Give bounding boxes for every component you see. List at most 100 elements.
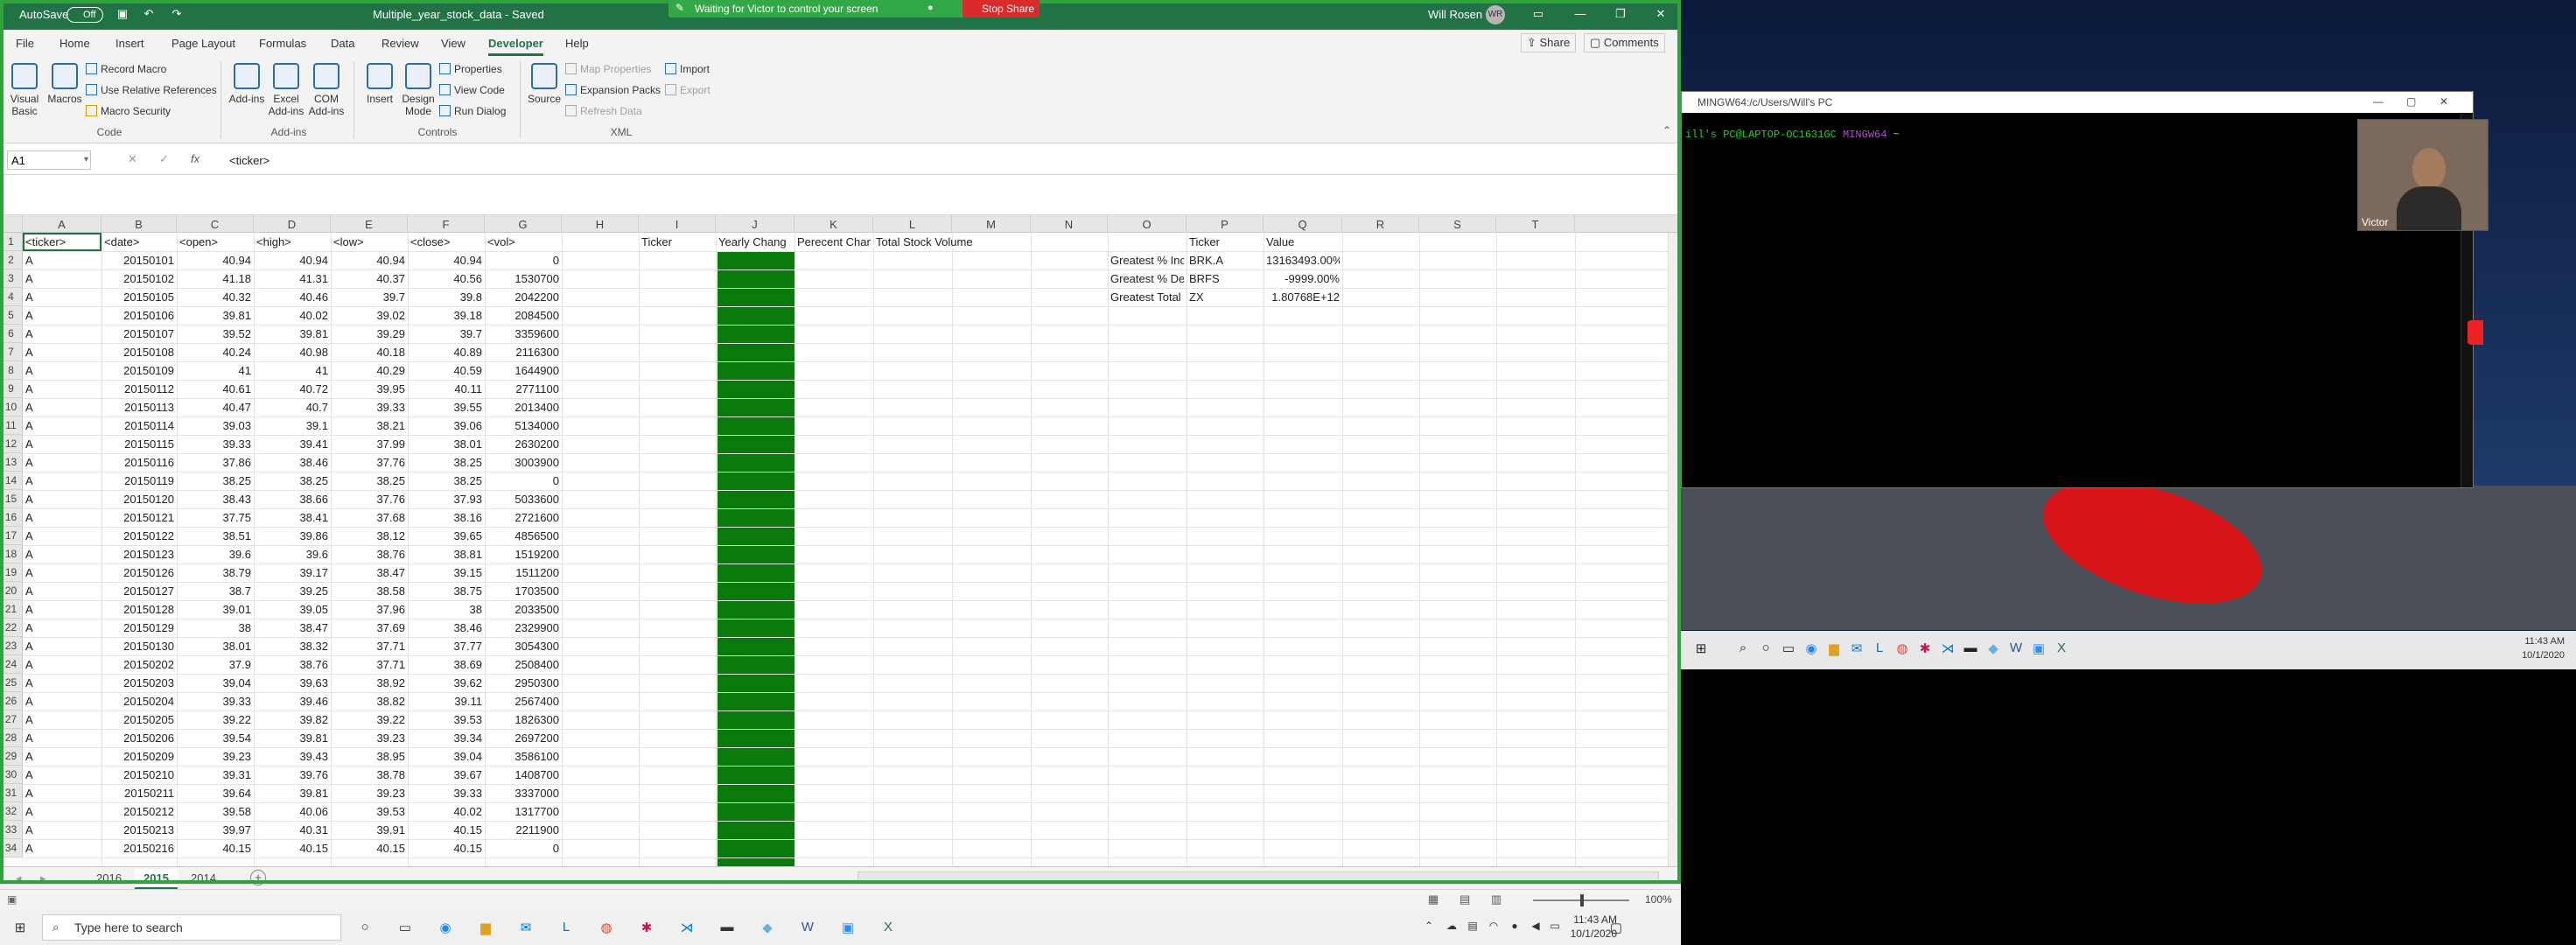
cell[interactable]: 38.25 <box>410 453 482 472</box>
cell[interactable]: 4856500 <box>487 527 559 545</box>
row-header[interactable]: 19 <box>0 564 23 582</box>
cell[interactable]: 20150122 <box>104 527 174 545</box>
slack-icon[interactable]: ✱ <box>637 920 656 935</box>
cell[interactable]: 38.79 <box>179 564 251 582</box>
tab-home[interactable]: Home <box>60 37 90 50</box>
cell[interactable]: 39.23 <box>333 784 405 802</box>
macros-button[interactable]: Macros <box>46 63 84 105</box>
cell[interactable]: 39.33 <box>410 784 482 802</box>
add-sheet-icon[interactable]: + <box>250 870 266 886</box>
search-icon[interactable]: ⌕ <box>1733 640 1753 656</box>
cell[interactable]: 39.22 <box>179 710 251 729</box>
row-header[interactable]: 20 <box>0 582 23 600</box>
cell[interactable]: 37.75 <box>179 508 251 527</box>
row-header[interactable]: 31 <box>0 784 23 802</box>
formula-input[interactable]: <ticker> <box>229 154 270 167</box>
row-header[interactable]: 11 <box>0 416 23 435</box>
save-icon[interactable]: ▣ <box>116 7 130 21</box>
cell[interactable]: 20150115 <box>104 435 174 453</box>
cell[interactable]: 38.47 <box>333 564 405 582</box>
cell[interactable]: 0 <box>487 839 559 858</box>
active-cell[interactable] <box>23 233 102 251</box>
mic-icon[interactable]: ● <box>1505 920 1524 935</box>
cell[interactable]: 40.15 <box>410 839 482 858</box>
cell[interactable]: A <box>25 692 99 710</box>
run-dialog-button[interactable]: Run Dialog <box>439 105 506 117</box>
cell[interactable]: 2630200 <box>487 435 559 453</box>
cell[interactable]: 39.52 <box>179 325 251 343</box>
row-header[interactable]: 2 <box>0 251 23 270</box>
cell[interactable]: 40.56 <box>410 270 482 288</box>
page-layout-icon[interactable]: ▤ <box>1460 892 1470 906</box>
source-button[interactable]: Source <box>525 63 564 105</box>
cell[interactable]: 39.22 <box>333 710 405 729</box>
cell[interactable]: 1.80768E+12 <box>1266 288 1340 306</box>
cell[interactable]: 39.04 <box>410 747 482 766</box>
cell[interactable]: A <box>25 619 99 637</box>
cell[interactable]: 39.81 <box>256 325 328 343</box>
cell[interactable]: 39.11 <box>410 692 482 710</box>
cell[interactable]: 39.64 <box>179 784 251 802</box>
cell[interactable]: BRFS <box>1189 270 1261 288</box>
terminal-icon[interactable]: ▬ <box>718 920 737 935</box>
cell[interactable]: A <box>25 747 99 766</box>
cell[interactable]: 1826300 <box>487 710 559 729</box>
cell[interactable]: 39.34 <box>410 729 482 747</box>
row-header[interactable]: 3 <box>0 270 23 288</box>
cell[interactable]: 39.1 <box>256 416 328 435</box>
file-explorer-icon[interactable]: ▆ <box>476 920 495 935</box>
app-icon[interactable]: ◆ <box>758 920 777 935</box>
row-header[interactable]: 8 <box>0 361 23 380</box>
cell[interactable]: 20150108 <box>104 343 174 361</box>
column-header-a[interactable]: A <box>23 215 102 233</box>
tray-chevron-icon[interactable]: ⌃ <box>1419 920 1438 935</box>
cell[interactable]: 39.05 <box>256 600 328 619</box>
cell[interactable]: 37.96 <box>333 600 405 619</box>
tab-review[interactable]: Review <box>382 37 419 50</box>
cell[interactable]: 37.86 <box>179 453 251 472</box>
cell[interactable]: 37.69 <box>333 619 405 637</box>
cell[interactable]: 2013400 <box>487 398 559 416</box>
vertical-scrollbar[interactable] <box>1668 233 1681 866</box>
cell[interactable]: 2116300 <box>487 343 559 361</box>
cell[interactable]: 39.01 <box>179 600 251 619</box>
cell[interactable]: 38 <box>179 619 251 637</box>
sheet-grid[interactable] <box>0 215 1681 866</box>
cell[interactable]: 1408700 <box>487 766 559 784</box>
cell[interactable]: A <box>25 839 99 858</box>
close-icon[interactable]: ✕ <box>2440 95 2448 108</box>
row-header[interactable]: 30 <box>0 766 23 784</box>
cell[interactable]: 40.89 <box>410 343 482 361</box>
cell[interactable]: 38.92 <box>333 674 405 692</box>
mail-icon[interactable]: ✉ <box>1847 640 1866 656</box>
autosave-toggle[interactable]: Off <box>66 7 103 23</box>
select-all-corner[interactable] <box>0 215 23 233</box>
word-icon[interactable]: W <box>2006 640 2026 656</box>
column-header-j[interactable]: J <box>716 215 794 233</box>
cell[interactable]: 2084500 <box>487 306 559 325</box>
row-header[interactable]: 1 <box>0 233 23 251</box>
cell[interactable]: 40.02 <box>256 306 328 325</box>
column-header-e[interactable]: E <box>331 215 408 233</box>
cortana-icon[interactable]: ○ <box>355 920 374 935</box>
cell[interactable]: 37.93 <box>410 490 482 508</box>
cell[interactable]: 37.71 <box>333 655 405 674</box>
cell[interactable]: 39.81 <box>256 729 328 747</box>
cell[interactable]: 39.81 <box>179 306 251 325</box>
cell[interactable]: A <box>25 251 99 270</box>
slack-icon[interactable]: ✱ <box>1915 640 1935 656</box>
tab-page-layout[interactable]: Page Layout <box>172 37 235 50</box>
vscode-icon[interactable]: ⋊ <box>677 920 696 935</box>
cell[interactable]: 2721600 <box>487 508 559 527</box>
next-sheet-icon[interactable]: ▸ <box>40 872 46 886</box>
wifi-icon[interactable]: ◠ <box>1484 920 1503 935</box>
cell[interactable]: A <box>25 361 99 380</box>
cell[interactable]: 38.32 <box>256 637 328 655</box>
row-header[interactable]: 23 <box>0 637 23 655</box>
import-button[interactable]: Import <box>665 63 710 75</box>
cell[interactable]: BRK.A <box>1189 251 1261 270</box>
cell[interactable]: 40.24 <box>179 343 251 361</box>
cell[interactable]: A <box>25 288 99 306</box>
maximize-icon[interactable]: ▢ <box>2406 95 2416 108</box>
column-header-o[interactable]: O <box>1108 215 1186 233</box>
